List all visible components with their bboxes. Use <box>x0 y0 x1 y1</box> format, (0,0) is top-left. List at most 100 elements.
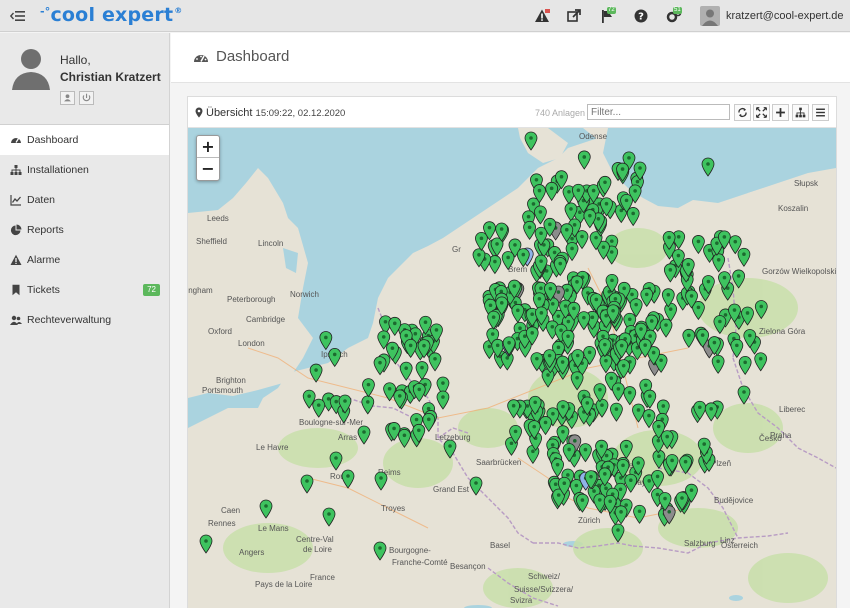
sidebar-item-installationen[interactable]: Installationen <box>0 155 169 185</box>
sidebar-item-dashboard[interactable]: Dashboard <box>0 125 169 155</box>
map-place-label: Brighton <box>216 376 246 385</box>
marker-center <box>512 284 517 288</box>
marker-center <box>561 404 565 409</box>
settings-icon[interactable]: 51 <box>666 7 682 24</box>
list-view-button[interactable] <box>812 104 829 121</box>
line-chart-icon <box>10 195 21 206</box>
sidebar-item-daten[interactable]: Daten <box>0 185 169 215</box>
marker-center <box>499 301 504 305</box>
marker-center <box>572 306 576 311</box>
marker-center <box>600 403 604 407</box>
menu-toggle-icon[interactable] <box>10 9 26 23</box>
marker-center <box>404 366 408 370</box>
tree-view-button[interactable] <box>792 104 809 121</box>
marker-center <box>402 433 407 438</box>
marker-center <box>531 449 535 454</box>
sidebar-item-alarme[interactable]: Alarme <box>0 245 169 275</box>
marker-center <box>601 334 605 339</box>
marker-center <box>518 326 522 331</box>
marker-center <box>576 188 581 193</box>
map-canvas[interactable]: Odense Słupsk Koszalin Leeds Sheffield Lincol… <box>188 128 836 608</box>
marker-center <box>539 259 543 263</box>
marker-center <box>597 498 602 502</box>
zoom-out-button[interactable]: − <box>197 158 219 180</box>
sidebar-item-tickets[interactable]: Tickets 72 <box>0 275 169 305</box>
marker-center <box>590 315 595 320</box>
marker-center <box>563 304 568 308</box>
fullscreen-button[interactable] <box>753 104 770 121</box>
marker-center <box>531 202 536 206</box>
profile-button[interactable] <box>60 91 75 105</box>
marker-center <box>665 434 669 439</box>
marker-center <box>511 403 516 408</box>
marker-center <box>655 474 660 479</box>
marker-center <box>327 512 331 516</box>
marker-center <box>567 189 571 194</box>
marker-center <box>638 166 642 170</box>
marker-center <box>379 476 383 480</box>
marker-center <box>585 401 590 405</box>
map-place-label: Oxford <box>208 327 232 336</box>
map-place-label: Saarbrücken <box>476 458 521 467</box>
marker-center <box>603 472 607 476</box>
user-name: Christian Kratzert <box>60 70 161 84</box>
logout-button[interactable] <box>79 91 94 105</box>
map-place-label: Zürich <box>578 516 600 525</box>
add-button[interactable] <box>772 104 789 121</box>
marker-center <box>592 489 596 493</box>
zoom-in-button[interactable]: + <box>197 136 219 158</box>
map-place-label: Svizra <box>510 596 533 605</box>
svg-text:?: ? <box>638 12 644 23</box>
refresh-button[interactable] <box>734 104 751 121</box>
marker-center <box>506 255 510 260</box>
installation-count: 740 Anlagen <box>535 108 586 118</box>
marker-center <box>649 319 654 323</box>
marker-center <box>680 496 684 500</box>
map-place-label: London <box>238 339 265 348</box>
map-place-label: Basel <box>490 541 510 550</box>
external-link-icon[interactable] <box>566 8 582 24</box>
help-icon[interactable]: ? <box>633 8 649 24</box>
marker-center <box>663 496 667 501</box>
app-logo[interactable]: -°cool expert® <box>40 4 182 26</box>
marker-center <box>604 313 608 318</box>
marker-center <box>539 311 544 315</box>
page-title: Dashboard <box>216 48 290 65</box>
sidebar-item-reports[interactable]: Reports <box>0 215 169 245</box>
sidebar-item-rechteverwaltung[interactable]: Rechteverwaltung <box>0 305 169 335</box>
flag-icon[interactable]: 72 <box>600 7 616 24</box>
marker-center <box>676 234 681 239</box>
marker-center <box>647 479 651 483</box>
map-place-label: Pays de la Loire <box>255 580 313 589</box>
marker-center <box>448 444 452 448</box>
marker-center <box>594 297 599 302</box>
marker-center <box>551 411 555 416</box>
marker-center <box>305 479 309 483</box>
marker-center <box>550 443 555 447</box>
map-place-label: Odense <box>579 132 608 141</box>
alert-icon[interactable] <box>534 8 550 24</box>
marker-center <box>670 458 674 463</box>
filter-input[interactable] <box>587 104 730 120</box>
map-place-label: Brem <box>508 265 527 274</box>
map-place-label: Salzburg <box>684 539 716 548</box>
marker-center <box>624 503 628 507</box>
marker-center <box>560 360 565 364</box>
marker-center <box>582 315 586 320</box>
marker-center <box>634 302 638 307</box>
marker-center <box>488 303 493 308</box>
map-place-label: Gorzów Wielkopolski <box>762 267 836 276</box>
marker-center <box>507 340 511 345</box>
marker-center <box>697 405 702 410</box>
panel-title: Übersicht 15:09:22, 02.12.2020 <box>206 107 346 119</box>
marker-center <box>583 447 588 452</box>
marker-center <box>533 400 537 405</box>
user-menu[interactable]: kratzert@cool-expert.de <box>700 5 844 27</box>
installations-map[interactable]: Odense Słupsk Koszalin Leeds Sheffield Lincol… <box>188 128 836 608</box>
marker-center <box>392 426 396 431</box>
marker-center <box>365 400 370 404</box>
marker-center <box>614 407 619 411</box>
marker-center <box>417 428 421 433</box>
map-place-label: Portsmouth <box>202 386 243 395</box>
marker-center <box>521 252 526 257</box>
